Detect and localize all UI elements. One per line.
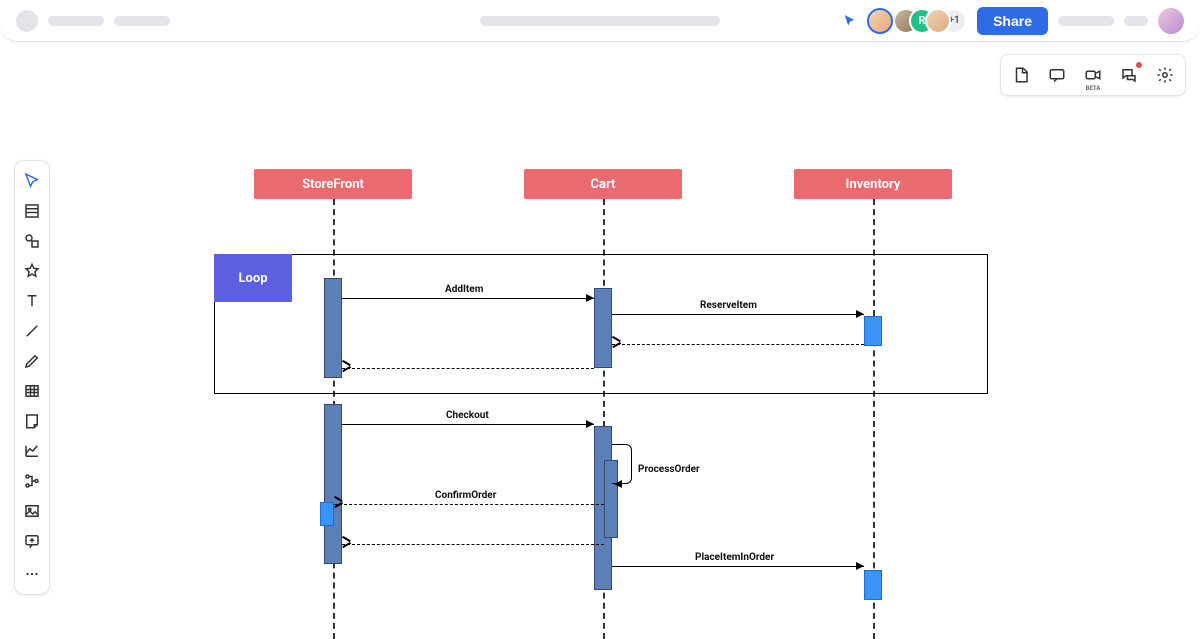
profile-avatar[interactable] [1158,8,1184,34]
message-arrow[interactable] [342,368,594,369]
placeholder-text [1124,16,1148,26]
activation-bar[interactable] [864,316,882,346]
message-label: PlaceItemInOrder [695,552,774,563]
self-message[interactable] [612,444,632,484]
placeholder-text [1058,16,1114,26]
lifeline-inventory[interactable]: Inventory [794,169,952,199]
cursor-indicator-icon [843,14,857,28]
message-arrow[interactable] [612,566,864,567]
message-arrow[interactable] [342,424,594,425]
message-label: ReserveItem [700,300,757,311]
lifeline-storefront[interactable]: StoreFront [254,169,412,199]
message-arrow[interactable] [612,314,864,315]
loop-fragment-label: Loop [214,254,292,302]
activation-bar[interactable] [594,288,612,368]
message-label: ProcessOrder [638,464,700,475]
collaborator-avatar[interactable] [867,8,893,34]
fragment-label-text: Loop [238,271,267,286]
placeholder-text [114,16,170,26]
share-button[interactable]: Share [977,7,1048,35]
message-label: ConfirmOrder [435,490,496,501]
message-arrow[interactable] [612,344,864,345]
header-right: R +1 Share [843,7,1184,35]
placeholder-text [48,16,104,26]
activation-bar[interactable] [320,502,334,526]
arrowhead-icon [856,310,864,318]
header-left-placeholder [16,10,170,32]
arrowhead-icon [856,562,864,570]
arrowhead-icon [586,294,594,302]
message-arrow[interactable] [334,504,604,505]
diagram-canvas[interactable]: StoreFront Cart Inventory Loop AddItem R… [0,42,1200,630]
activation-bar[interactable] [324,404,342,564]
message-label: Checkout [446,410,489,421]
lifeline-cart[interactable]: Cart [524,169,682,199]
header-title-placeholder [480,16,720,26]
app-header: R +1 Share [0,0,1200,42]
message-arrow[interactable] [342,544,604,545]
arrowhead-icon [614,480,622,488]
activation-bar[interactable] [864,570,882,600]
lifeline-label: Cart [591,177,616,192]
collaborator-avatar[interactable] [925,8,951,34]
placeholder-text [480,16,720,26]
arrowhead-icon [586,420,594,428]
message-label: AddItem [445,284,483,295]
placeholder-icon [16,10,38,32]
collaborator-group: R +1 [903,8,967,34]
lifeline-label: StoreFront [302,177,364,192]
lifeline-label: Inventory [846,177,901,192]
message-arrow[interactable] [342,298,594,299]
activation-bar[interactable] [324,278,342,378]
